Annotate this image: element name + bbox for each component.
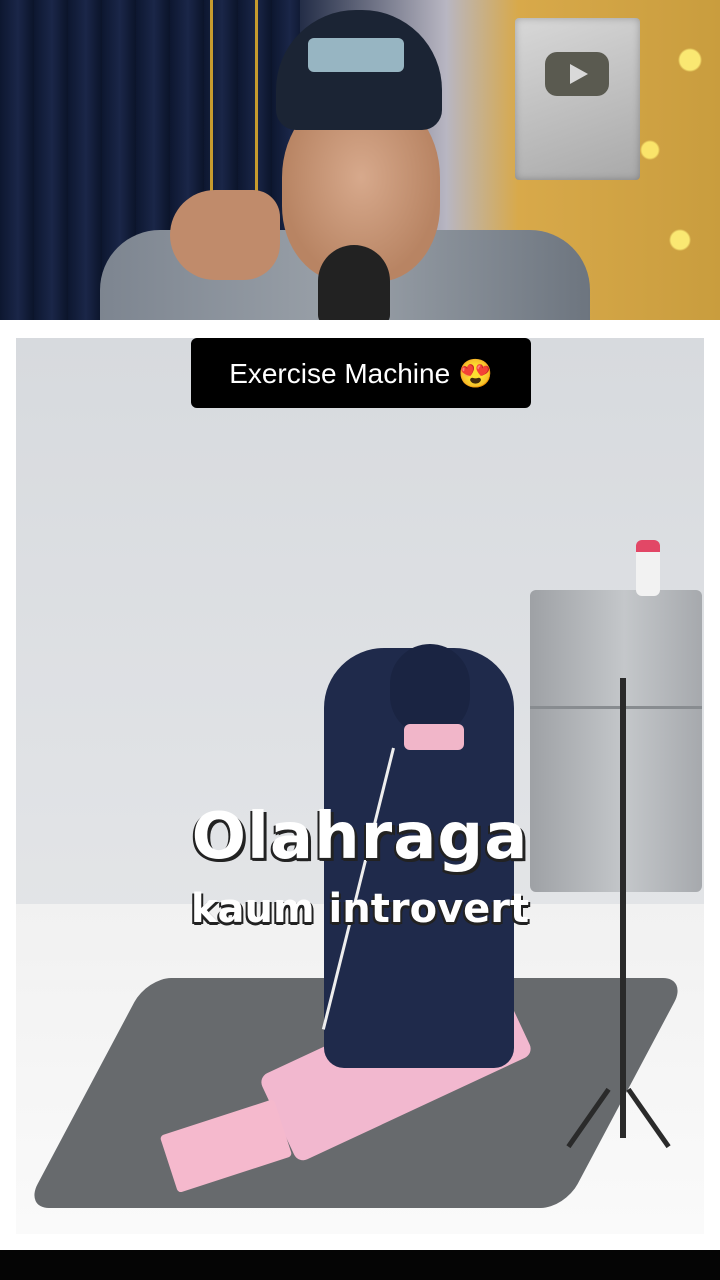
exercise-video-frame xyxy=(16,338,704,1234)
overlay-title: Olahraga xyxy=(191,800,529,874)
cap xyxy=(276,10,442,130)
microphone xyxy=(318,245,390,320)
fridge-door-line xyxy=(530,706,702,709)
kettle xyxy=(636,540,660,596)
presenter-hand xyxy=(170,190,280,280)
top-video-frame xyxy=(0,0,720,320)
cap-emblem xyxy=(308,38,404,72)
person-head xyxy=(390,644,470,736)
exercise-grip xyxy=(404,724,464,750)
caption-banner: Exercise Machine 😍 xyxy=(191,338,531,408)
overlay-subtitle: kaum introvert xyxy=(190,886,530,932)
bottom-bar xyxy=(0,1250,720,1280)
caption-text: Exercise Machine 😍 xyxy=(229,357,493,389)
play-icon xyxy=(545,52,609,96)
fairy-lights xyxy=(620,0,720,300)
